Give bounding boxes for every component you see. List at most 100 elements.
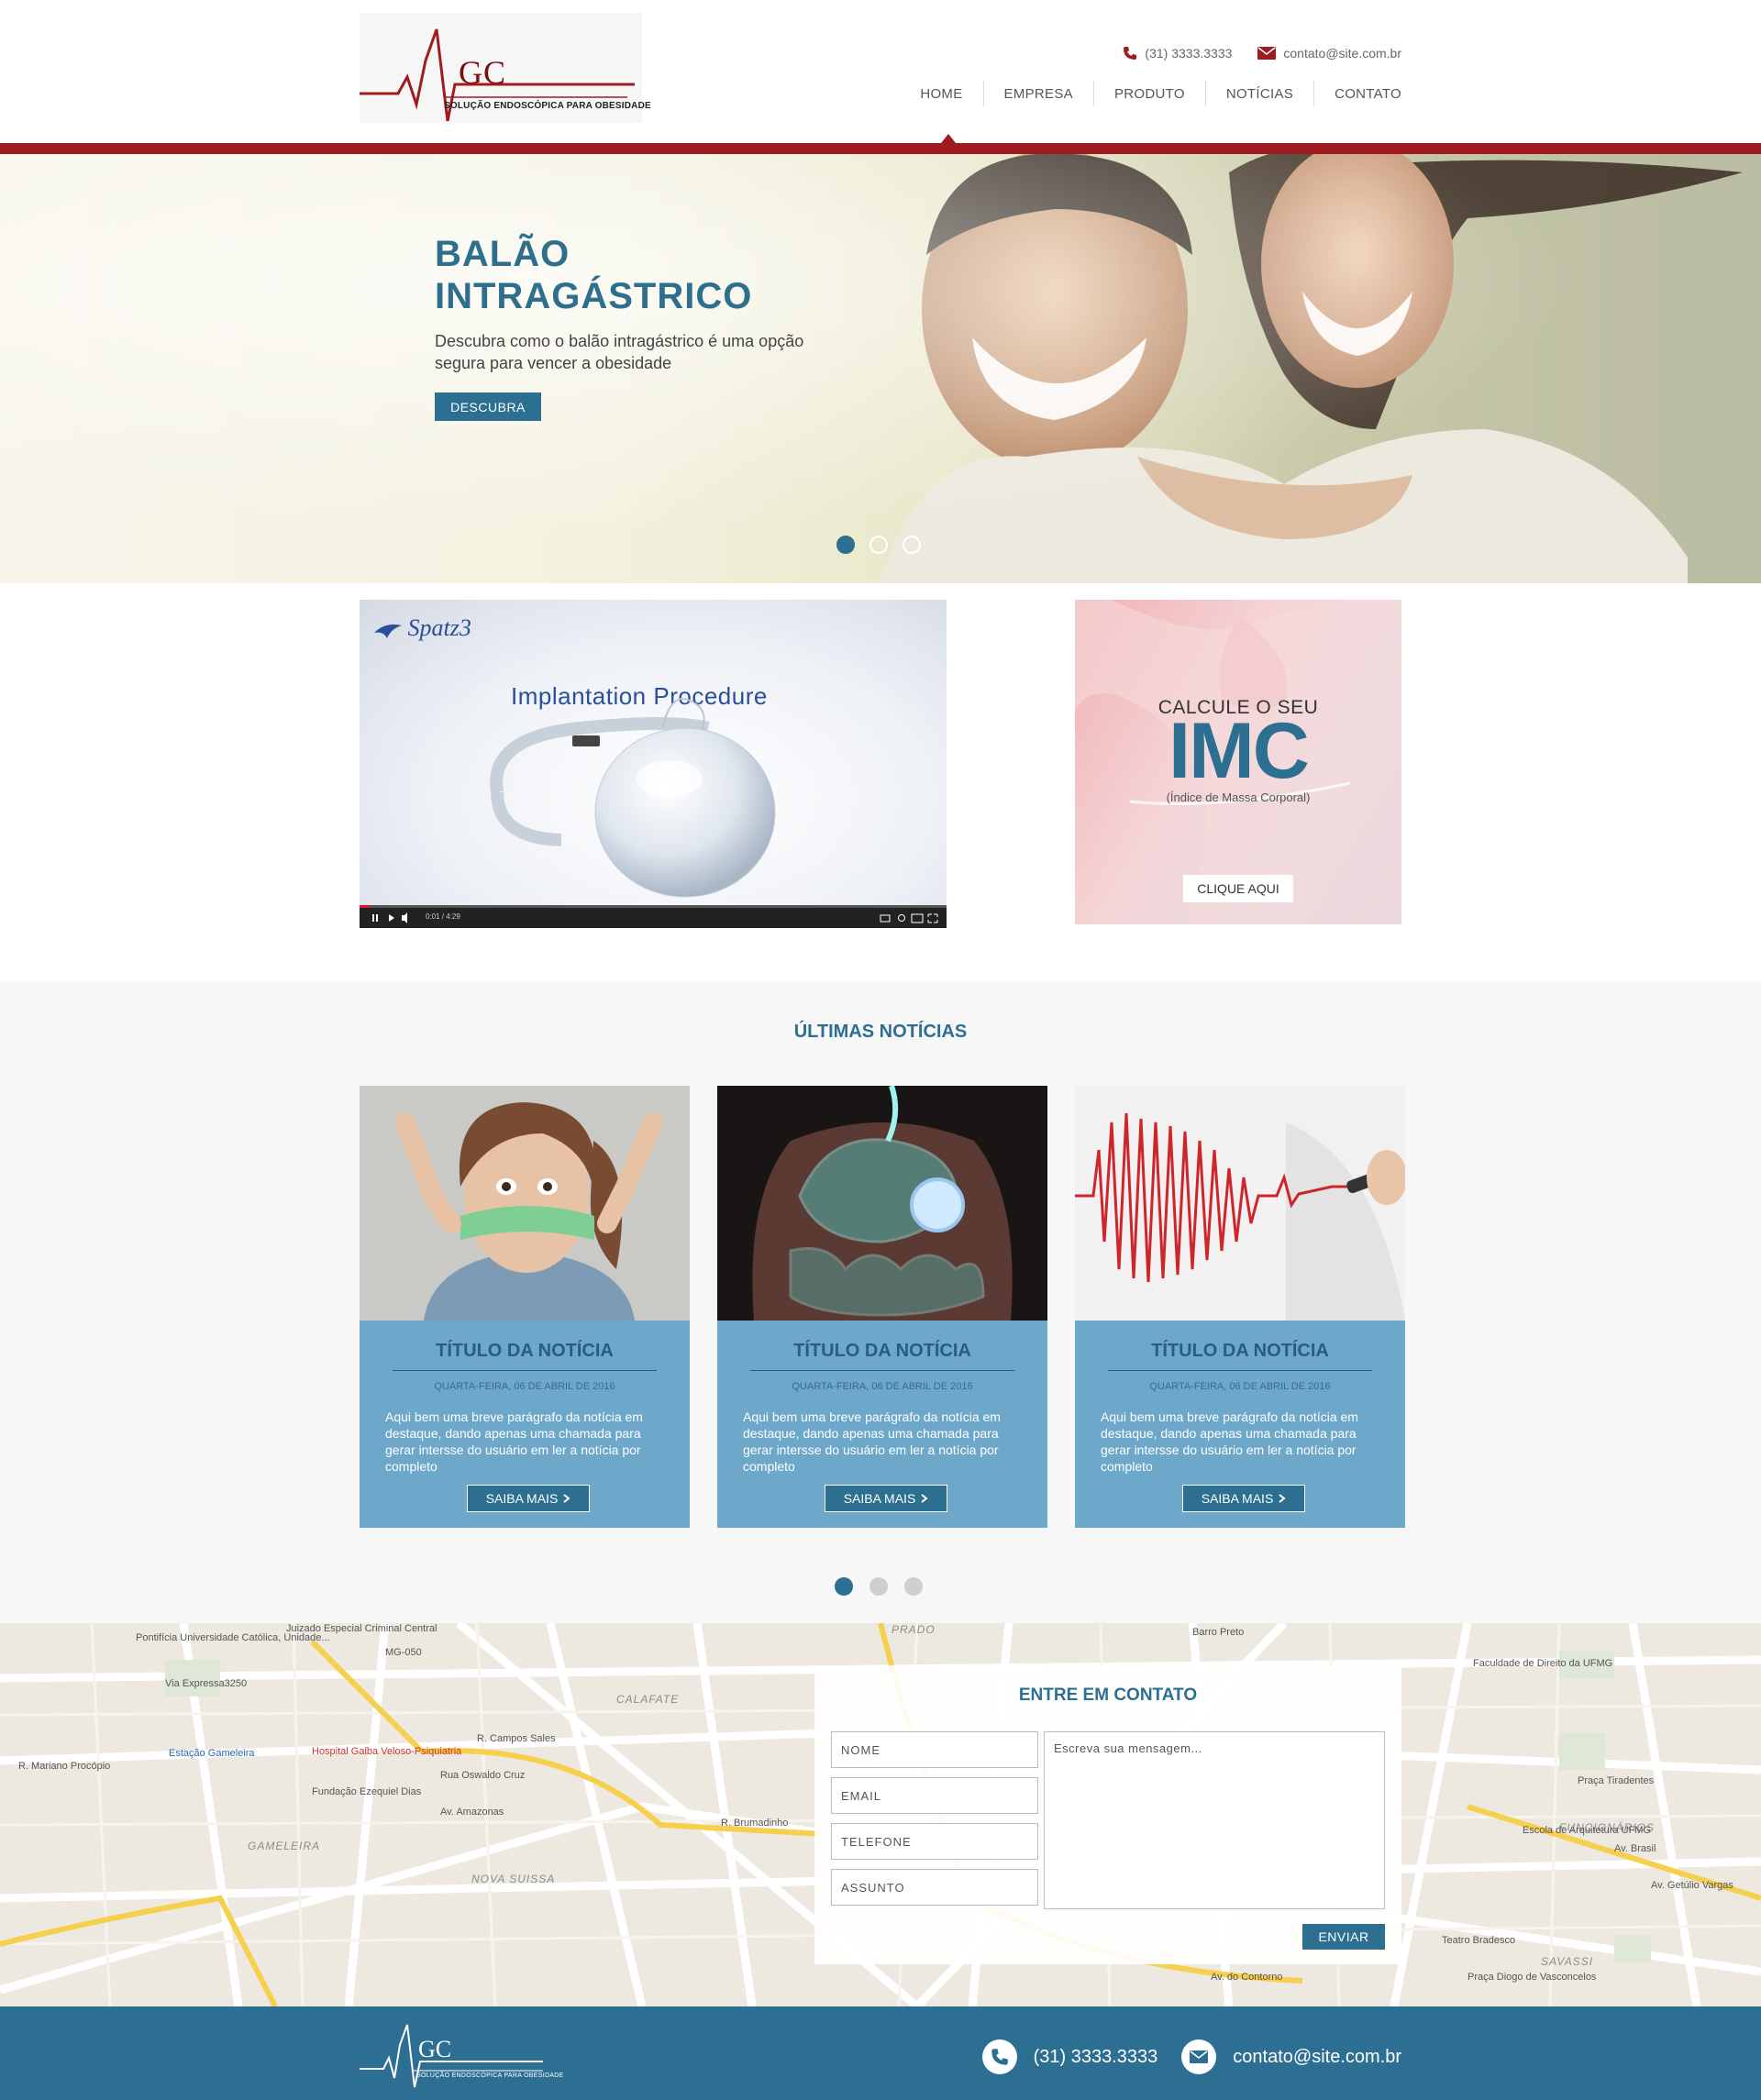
map-label: Praça Diogo de Vasconcelos [1468, 1972, 1597, 1983]
email-input[interactable] [831, 1777, 1038, 1814]
news-card-excerpt: Aqui bem uma breve parágrafo da notícia … [385, 1409, 643, 1474]
map-label: Av. Amazonas [440, 1807, 504, 1818]
phone-icon [1124, 47, 1137, 60]
map-label: SAVASSI [1541, 1955, 1594, 1968]
map-label: Av. Getúlio Vargas [1651, 1880, 1733, 1891]
chevron-right-icon [921, 1494, 928, 1503]
hero-title: BALÃO INTRAGÁSTRICO [435, 233, 820, 317]
map-label: Teatro Bradesco [1442, 1935, 1516, 1946]
header-contact: (31) 3333.3333 contato@site.com.br [1123, 46, 1401, 61]
nav-empresa[interactable]: EMPRESA [984, 86, 1093, 102]
header-email[interactable]: contato@site.com.br [1257, 46, 1401, 61]
read-more-button[interactable]: SAIBA MAIS [825, 1485, 947, 1512]
map-label: NOVA SUISSA [471, 1873, 556, 1885]
news-card-excerpt: Aqui bem uma breve parágrafo da notícia … [743, 1409, 1001, 1474]
envelope-icon [1257, 47, 1277, 60]
footer-logo-tagline: SOLUÇÃO ENDOSCÓPICA PARA OBESIDADE [416, 2072, 564, 2079]
footer-email[interactable]: contato@site.com.br [1181, 2039, 1401, 2074]
news-card-date: QUARTA-FEIRA, 06 DE ABRIL DE 2016 [1149, 1381, 1331, 1392]
nav-noticias[interactable]: NOTÍCIAS [1206, 86, 1313, 102]
nav-produto[interactable]: PRODUTO [1094, 86, 1205, 102]
phone-icon [981, 2039, 1017, 2074]
video-player[interactable]: Spatz3 Implantation Procedure 0:01 / 4:2… [360, 600, 947, 928]
header-phone[interactable]: (31) 3333.3333 [1123, 46, 1232, 61]
map-label: Faculdade de Direito da UFMG [1473, 1658, 1613, 1669]
news-dot-3[interactable] [904, 1577, 923, 1596]
map-label: R. Mariano Procópio [18, 1761, 111, 1772]
hero-title-line2: INTRAGÁSTRICO [435, 276, 753, 316]
hero-dot-3[interactable] [903, 536, 921, 554]
news-card-divider [393, 1370, 657, 1371]
name-input[interactable] [831, 1731, 1038, 1768]
nav-home[interactable]: HOME [900, 86, 982, 102]
map-label: Estação Gameleira [169, 1748, 255, 1759]
site-logo[interactable]: GC SOLUÇÃO ENDOSCÓPICA PARA OBESIDADE [360, 13, 651, 123]
footer-phone[interactable]: (31) 3333.3333 [981, 2039, 1157, 2074]
news-card-title[interactable]: TÍTULO DA NOTÍCIA [360, 1341, 690, 1362]
contact-form: ENTRE EM CONTATO ENVIAR [814, 1665, 1401, 1964]
news-dot-2[interactable] [869, 1577, 888, 1596]
hero-cta-button[interactable]: DESCUBRA [435, 392, 541, 421]
news-section-title: ÚLTIMAS NOTÍCIAS [793, 1022, 968, 1042]
imc-subtitle: (Índice de Massa Corporal) [1166, 790, 1311, 804]
subject-input[interactable] [831, 1869, 1038, 1906]
map-label: Praça Tiradentes [1578, 1775, 1655, 1786]
footer-email-text: contato@site.com.br [1233, 2046, 1401, 2067]
map-label: Via Expressa3250 [165, 1678, 248, 1689]
footer-logo[interactable]: GC SOLUÇÃO ENDOSCÓPICA PARA OBESIDADE [360, 2017, 563, 2094]
map-label: MG-050 [385, 1647, 422, 1658]
hero-dot-1[interactable] [836, 536, 855, 554]
news-card-image[interactable] [1075, 1086, 1405, 1321]
contact-form-title: ENTRE EM CONTATO [1018, 1686, 1198, 1705]
news-card-image[interactable] [360, 1086, 690, 1321]
hero-slider: BALÃO INTRAGÁSTRICO Descubra como o balã… [0, 154, 1761, 583]
main-nav: HOME EMPRESA PRODUTO NOTÍCIAS CONTATO [900, 81, 1401, 106]
message-input[interactable] [1044, 1731, 1385, 1909]
nav-contato[interactable]: CONTATO [1314, 86, 1401, 102]
hero-dot-2[interactable] [869, 536, 888, 554]
news-card-title[interactable]: TÍTULO DA NOTÍCIA [1075, 1341, 1405, 1362]
news-card: TÍTULO DA NOTÍCIA QUARTA-FEIRA, 06 DE AB… [1075, 1086, 1405, 1528]
chevron-right-icon [563, 1494, 570, 1503]
map-label: CALAFATE [616, 1693, 680, 1706]
news-card-title[interactable]: TÍTULO DA NOTÍCIA [717, 1341, 1047, 1362]
play-pause-icon[interactable] [371, 908, 407, 928]
footer-contact: (31) 3333.3333 contato@site.com.br [981, 2039, 1401, 2074]
video-time: 0:01 / 4:29 [426, 912, 460, 921]
news-card-image[interactable] [717, 1086, 1047, 1321]
send-button[interactable]: ENVIAR [1302, 1924, 1385, 1950]
read-more-label: SAIBA MAIS [485, 1491, 559, 1506]
map-label: GAMELEIRA [248, 1840, 321, 1852]
site-header: GC SOLUÇÃO ENDOSCÓPICA PARA OBESIDADE (3… [0, 0, 1761, 143]
news-section: ÚLTIMAS NOTÍCIAS TÍTULO DA NOTÍCIA QUART… [0, 981, 1761, 1623]
news-card: TÍTULO DA NOTÍCIA QUARTA-FEIRA, 06 DE AB… [360, 1086, 690, 1528]
logo-text: GC [459, 54, 507, 91]
map-label: Av. Brasil [1614, 1843, 1656, 1854]
map-label: R. Brumadinho [721, 1818, 789, 1829]
read-more-button[interactable]: SAIBA MAIS [467, 1485, 590, 1512]
site-footer: GC SOLUÇÃO ENDOSCÓPICA PARA OBESIDADE (3… [0, 2006, 1761, 2100]
video-controls: 0:01 / 4:29 [360, 908, 947, 928]
news-pagination [835, 1577, 923, 1596]
map-label: Barro Preto [1192, 1627, 1245, 1638]
news-card-date: QUARTA-FEIRA, 06 DE ABRIL DE 2016 [792, 1381, 973, 1392]
phone-input[interactable] [831, 1823, 1038, 1860]
news-card: TÍTULO DA NOTÍCIA QUARTA-FEIRA, 06 DE AB… [717, 1086, 1047, 1528]
read-more-label: SAIBA MAIS [1201, 1491, 1274, 1506]
imc-banner[interactable]: CALCULE O SEU IMC (Índice de Massa Corpo… [1075, 600, 1401, 924]
read-more-button[interactable]: SAIBA MAIS [1182, 1485, 1305, 1512]
map-label: Escola de Arquitetura UFMG [1523, 1825, 1652, 1836]
hero-copy: BALÃO INTRAGÁSTRICO Descubra como o balã… [435, 233, 820, 374]
logo-tagline: SOLUÇÃO ENDOSCÓPICA PARA OBESIDADE [444, 101, 651, 111]
news-dot-1[interactable] [835, 1577, 853, 1596]
settings-fullscreen-icon[interactable] [877, 908, 941, 928]
hero-title-line1: BALÃO [435, 234, 570, 274]
header-email-text: contato@site.com.br [1283, 46, 1401, 61]
hero-pagination [836, 536, 921, 554]
imc-cta-button[interactable]: CLIQUE AQUI [1183, 875, 1293, 902]
envelope-icon [1181, 2039, 1217, 2074]
map-label: Av. do Contorno [1211, 1972, 1283, 1983]
news-card-divider [750, 1370, 1014, 1371]
map-label: Juizado Especial Criminal Central [286, 1623, 437, 1634]
hero-overlay [0, 154, 1761, 583]
